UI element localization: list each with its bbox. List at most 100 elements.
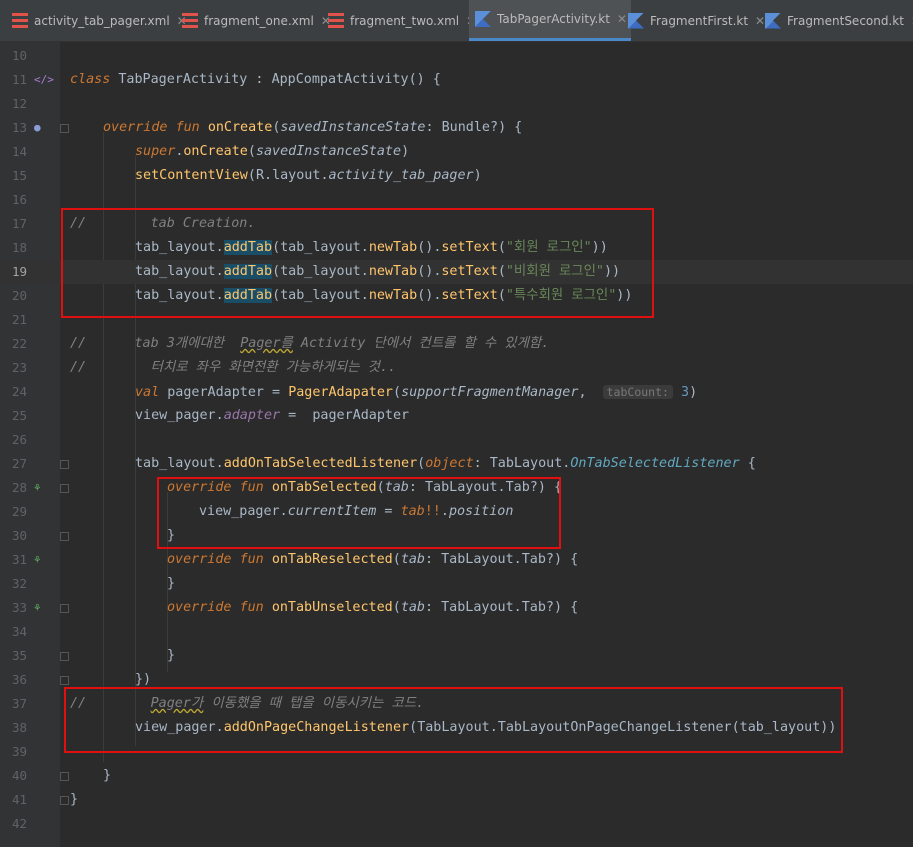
tab-fragment-two-xml[interactable]: fragment_two.xml ✕ xyxy=(328,0,476,41)
code-line-10[interactable]: 10 xyxy=(0,44,913,68)
line-number: 39 xyxy=(11,744,27,759)
fold-marker-icon[interactable] xyxy=(60,652,69,661)
tab-label: activity_tab_pager.xml xyxy=(34,13,170,28)
code-line-42[interactable]: 42 xyxy=(0,812,913,836)
line-number: 37 xyxy=(11,696,27,711)
tab-tabpageractivity-kt[interactable]: TabPagerActivity.kt ✕ xyxy=(469,0,631,41)
code-text: } xyxy=(70,792,79,807)
xml-file-icon xyxy=(182,12,198,29)
tab-label: fragment_two.xml xyxy=(350,13,460,28)
line-number: 28 xyxy=(11,480,27,495)
code-line-32[interactable]: 32 } xyxy=(0,572,913,596)
code-line-40[interactable]: 40 } xyxy=(0,764,913,788)
line-number: 23 xyxy=(11,360,27,375)
tab-fragmentsecond-kt[interactable]: FragmentSecond.kt ✕ xyxy=(765,0,913,41)
tab-label: FragmentFirst.kt xyxy=(650,13,749,28)
tab-label: fragment_one.xml xyxy=(204,13,314,28)
code-comment: // tab 3개에대한 Pager를 Activity 단에서 컨트롤 할 수… xyxy=(70,336,550,351)
fold-marker-icon[interactable] xyxy=(60,796,69,805)
implements-marker-icon[interactable]: ⚘ xyxy=(34,548,41,572)
line-number: 42 xyxy=(11,816,27,831)
code-text: } xyxy=(167,576,176,591)
parameter-hint: tabCount: xyxy=(602,385,673,399)
code-text: } xyxy=(103,768,112,783)
annotation-box-tab-creation xyxy=(61,208,654,318)
line-number: 13 xyxy=(11,120,27,135)
line-number: 33 xyxy=(11,600,27,615)
editor-tab-bar: activity_tab_pager.xml ✕ fragment_one.xm… xyxy=(0,0,913,42)
code-line-41[interactable]: 41 } xyxy=(0,788,913,812)
line-number: 41 xyxy=(11,792,27,807)
code-text: override fun onCreate(savedInstanceState… xyxy=(103,120,523,135)
line-number: 20 xyxy=(11,288,27,303)
override-marker-icon[interactable]: ● xyxy=(34,116,41,140)
code-text: override fun onTabReselected(tab: TabLay… xyxy=(167,552,579,567)
line-number: 19 xyxy=(11,264,27,279)
line-number: 17 xyxy=(11,216,27,231)
line-number: 36 xyxy=(11,672,27,687)
line-number: 27 xyxy=(11,456,27,471)
fold-marker-icon[interactable] xyxy=(60,772,69,781)
fold-marker-icon[interactable] xyxy=(60,532,69,541)
code-line-31[interactable]: 31 ⚘ override fun onTabReselected(tab: T… xyxy=(0,548,913,572)
line-number: 35 xyxy=(11,648,27,663)
code-line-11[interactable]: 11 </> class TabPagerActivity : AppCompa… xyxy=(0,68,913,92)
code-line-33[interactable]: 33 ⚘ override fun onTabUnselected(tab: T… xyxy=(0,596,913,620)
code-line-25[interactable]: 25 view_pager.adapter = pagerAdapter xyxy=(0,404,913,428)
code-text: class TabPagerActivity : AppCompatActivi… xyxy=(70,72,441,87)
fold-marker-icon[interactable] xyxy=(60,484,69,493)
code-line-26[interactable]: 26 xyxy=(0,428,913,452)
line-number: 34 xyxy=(11,624,27,639)
implements-marker-icon[interactable]: ⚘ xyxy=(34,596,41,620)
code-line-34[interactable]: 34 xyxy=(0,620,913,644)
fold-marker-icon[interactable] xyxy=(60,124,69,133)
code-line-22[interactable]: 22 // tab 3개에대한 Pager를 Activity 단에서 컨트롤 … xyxy=(0,332,913,356)
line-number: 12 xyxy=(11,96,27,111)
tab-fragmentfirst-kt[interactable]: FragmentFirst.kt ✕ xyxy=(628,0,765,41)
line-number: 10 xyxy=(11,48,27,63)
xml-file-icon xyxy=(12,12,28,29)
line-number: 29 xyxy=(11,504,27,519)
tab-activity-tab-pager-xml[interactable]: activity_tab_pager.xml ✕ xyxy=(12,0,187,41)
fold-marker-icon[interactable] xyxy=(60,460,69,469)
close-icon[interactable]: ✕ xyxy=(617,12,627,26)
kotlin-file-icon xyxy=(765,12,781,29)
fold-marker-icon[interactable] xyxy=(60,676,69,685)
kotlin-file-icon xyxy=(628,12,644,29)
code-text: tab_layout.addOnTabSelectedListener(obje… xyxy=(135,456,756,471)
close-icon[interactable]: ✕ xyxy=(755,14,765,28)
line-number: 40 xyxy=(11,768,27,783)
code-line-14[interactable]: 14 super.onCreate(savedInstanceState) xyxy=(0,140,913,164)
line-number: 11 xyxy=(11,72,27,87)
code-line-27[interactable]: 27 tab_layout.addOnTabSelectedListener(o… xyxy=(0,452,913,476)
code-line-23[interactable]: 23 // 터치로 좌우 화면전환 가능하게되는 것.. xyxy=(0,356,913,380)
tab-fragment-one-xml[interactable]: fragment_one.xml ✕ xyxy=(182,0,331,41)
code-text: } xyxy=(167,648,176,663)
line-number: 18 xyxy=(11,240,27,255)
implementation-marker-icon[interactable]: </> xyxy=(34,68,54,92)
code-line-13[interactable]: 13 ● override fun onCreate(savedInstance… xyxy=(0,116,913,140)
line-number: 15 xyxy=(11,168,27,183)
line-number: 30 xyxy=(11,528,27,543)
line-number: 25 xyxy=(11,408,27,423)
code-line-24[interactable]: 24 val pagerAdapter = PagerAdapater(supp… xyxy=(0,380,913,404)
code-line-12[interactable]: 12 xyxy=(0,92,913,116)
line-number: 31 xyxy=(11,552,27,567)
line-number: 21 xyxy=(11,312,27,327)
code-editor[interactable]: 10 11 </> class TabPagerActivity : AppCo… xyxy=(0,42,913,847)
code-text: override fun onTabUnselected(tab: TabLay… xyxy=(167,600,579,615)
line-number: 32 xyxy=(11,576,27,591)
annotation-box-on-tab-selected xyxy=(157,477,561,549)
line-number: 24 xyxy=(11,384,27,399)
line-number: 14 xyxy=(11,144,27,159)
code-text: super.onCreate(savedInstanceState) xyxy=(135,144,410,159)
line-number: 16 xyxy=(11,192,27,207)
code-text: view_pager.adapter = pagerAdapter xyxy=(135,408,410,423)
kotlin-file-icon xyxy=(475,11,491,27)
code-line-35[interactable]: 35 } xyxy=(0,644,913,668)
tab-label: TabPagerActivity.kt xyxy=(497,12,610,26)
implements-marker-icon[interactable]: ⚘ xyxy=(34,476,41,500)
fold-marker-icon[interactable] xyxy=(60,604,69,613)
code-text: setContentView(R.layout.activity_tab_pag… xyxy=(135,168,482,183)
code-line-15[interactable]: 15 setContentView(R.layout.activity_tab_… xyxy=(0,164,913,188)
